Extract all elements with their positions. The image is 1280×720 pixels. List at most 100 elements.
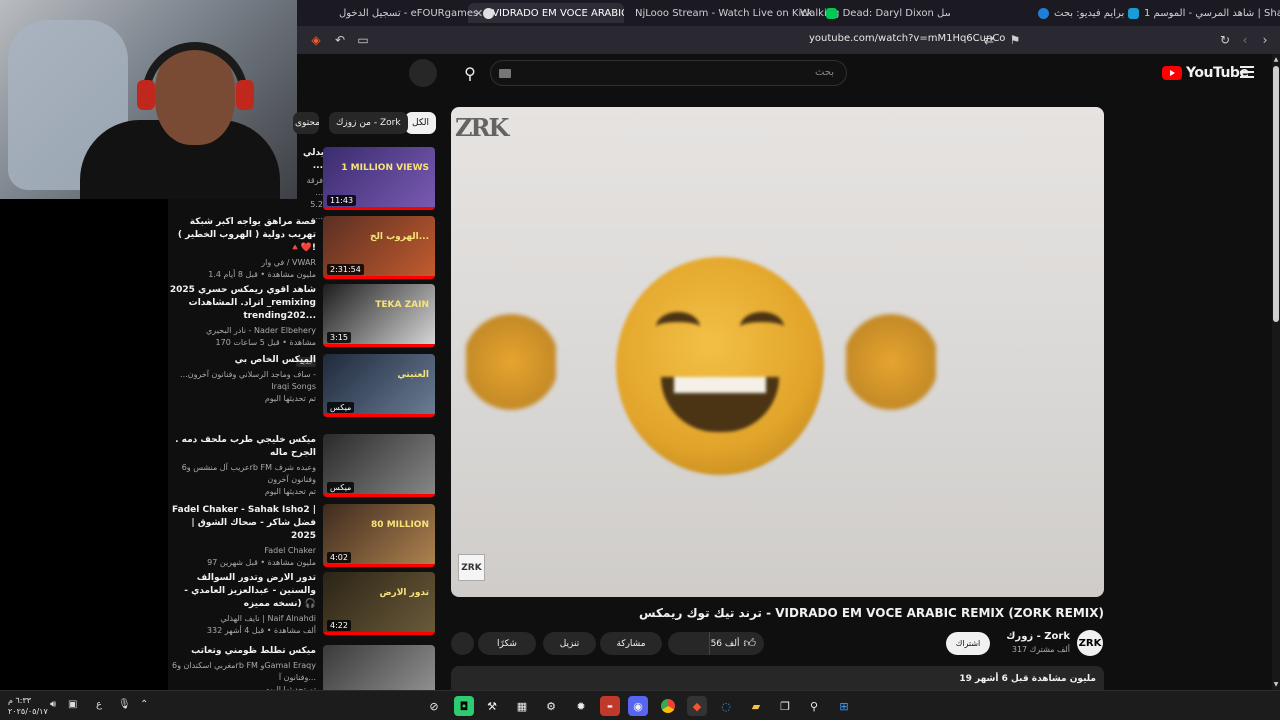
page-scrollbar[interactable]: ▲ ▼ [1272, 54, 1280, 690]
system-clock[interactable]: ٦:٣٣ م ٢٠٢٥/٠٥/١٧ [8, 695, 48, 717]
recommendation-item[interactable]: العتبتي ميكس الميكس الخاص بي ...ساف وماجد ا… [168, 354, 436, 420]
search-button[interactable]: ⚲ [457, 60, 483, 86]
scrollbar-thumb[interactable] [1273, 66, 1279, 322]
recommendation-title[interactable]: الميكس الخاص بي [166, 354, 316, 367]
recommendation-channel[interactable]: نادر البحيري - Nader Elbehery [166, 325, 316, 337]
youtube-logo[interactable]: YouTube [1162, 65, 1249, 81]
recommendation-channel[interactable]: نايف الهذلي | Naif Alnahdi [166, 613, 316, 625]
language-indicator[interactable]: ع [96, 699, 102, 710]
search-input[interactable]: بحث [490, 60, 847, 86]
brave-taskbar-icon[interactable]: ⊘ [424, 696, 444, 716]
menu-icon[interactable] [1240, 66, 1254, 78]
tool-taskbar-icon[interactable]: ⚒ [482, 696, 502, 716]
task-view-taskbar-icon[interactable]: ❐ [775, 696, 795, 716]
tab-efourgames[interactable]: تسجيل الدخول - eFOURgames [339, 3, 495, 23]
recommendation-title[interactable]: شاهد اقوي ريمكس حسري 2025 اتراد. المشاهد… [166, 284, 316, 323]
recommendation-item[interactable]: 80 MILLION 4:02 Fadel Chaker - Sahak Isho2… [168, 504, 436, 570]
duration-badge: 11:43 [327, 195, 357, 206]
video-thumbnail[interactable]: الهروب الخ... 2:31:54 [323, 216, 435, 279]
dislike-button[interactable] [668, 632, 710, 655]
like-button[interactable]: 56 ألف 👍︎ [711, 636, 756, 651]
voice-search-button[interactable] [409, 59, 437, 87]
video-player[interactable]: ZRK ZRK [451, 107, 1104, 597]
steam-taskbar-icon[interactable]: ⚙ [541, 696, 561, 716]
bookmark-icon[interactable]: ⚑ [1007, 32, 1023, 48]
recommendation-item[interactable]: 1 MILLION VIEWS 11:43 ميدلي ...فرقة ...5.2… [168, 147, 436, 221]
brave-shield-icon[interactable]: ◈ [308, 32, 324, 48]
video-thumbnail[interactable] [323, 645, 435, 690]
download-button[interactable]: تنزيل [543, 632, 596, 655]
microphone-icon[interactable]: 🎙︎ [118, 699, 131, 710]
thanks-button[interactable]: شكرًا [478, 632, 536, 655]
recommendation-channel[interactable]: فرقة ... [303, 175, 323, 199]
chrome-taskbar-icon[interactable] [658, 696, 678, 716]
recommendation-item[interactable]: الهروب الخ... 2:31:54 قصة مراهق يواجه اكبر… [168, 216, 436, 282]
recommendation-item[interactable]: ميكس تطلط ظومني وتعاتب مغربي اسكندان و6rb… [168, 645, 436, 690]
tab-prime-video[interactable]: برايم فيديو: بحث [1038, 3, 1124, 23]
recommendation-channel[interactable]: ...ساف وماجد الرسلاني وفنانون آخرون - Ir… [166, 369, 316, 393]
recommendation-title[interactable]: قصة مراهق يواجه اكبر شبكة تهريب دولية ( … [166, 216, 316, 255]
windows-start-icon[interactable]: ⊞ [834, 696, 854, 716]
video-thumbnail[interactable]: 1 MILLION VIEWS 11:43 [323, 147, 435, 210]
recommendation-item[interactable]: TEKA ZAIN 3:15 شاهد اقوي ريمكس حسري 2025 ا… [166, 284, 436, 367]
recommendation-channel[interactable]: عريب آل منشس و6rb FM وعبده شرف وفنانون آ… [166, 462, 316, 486]
video-thumbnail[interactable]: TEKA ZAIN 3:15 [323, 284, 435, 347]
thanks-label: شكرًا [497, 638, 517, 649]
recommendation-stats: 332 ألف مشاهدة • قبل 4 أشهر [206, 626, 316, 635]
back-history-icon[interactable]: ↶ [332, 32, 348, 48]
discord-taskbar-icon[interactable]: ◉ [628, 696, 648, 716]
scroll-down-icon[interactable]: ▼ [1272, 681, 1280, 688]
video-thumbnail[interactable]: العتبتي ميكس [323, 354, 435, 417]
reload-icon[interactable]: ↻ [1217, 32, 1233, 48]
recommendation-channel[interactable]: في وار / VWAR [166, 257, 316, 269]
store-taskbar-icon[interactable]: ▦ [512, 696, 532, 716]
chip-all[interactable]: الكل [405, 112, 437, 134]
channel-avatar[interactable]: ZRK [1077, 630, 1103, 656]
keyboard-icon[interactable] [499, 69, 511, 78]
search-taskbar-icon[interactable]: ⚲ [804, 696, 824, 716]
chip-content[interactable]: محتوى [293, 112, 319, 134]
network-icon[interactable]: ▣ [68, 699, 77, 710]
recommendation-title[interactable]: ميكس تطلط ظومني وتعاتب [168, 645, 316, 658]
video-thumbnail[interactable]: ميكس [323, 434, 435, 497]
edge-taskbar-icon[interactable]: ◌ [716, 696, 736, 716]
recommendation-title[interactable]: تدور الارض وتدور السوالف والسنين - عبدال… [166, 572, 316, 611]
left-blank-area [0, 199, 168, 690]
url-text[interactable]: youtube.com/watch?v=mM1Hq6CunCo [809, 33, 1005, 44]
tray-overflow-icon[interactable]: ⌃ [140, 699, 148, 710]
player-watermark: ZRK [455, 113, 509, 142]
volume-icon[interactable]: 🔊︎ [50, 699, 56, 710]
voice-app-taskbar-icon[interactable]: ▬ [600, 696, 620, 716]
video-thumbnail[interactable]: 80 MILLION 4:02 [323, 504, 435, 567]
back-arrow-icon[interactable]: › [1257, 32, 1273, 48]
tab-shahid[interactable]: شاهد المرسي - الموسم 1 | Shahid.net [1128, 3, 1280, 23]
recommendation-item[interactable]: ميكس ميكس خليجي طرب ملحف دمه . الجرح ماله… [168, 434, 436, 500]
video-thumbnail[interactable]: تدور الارض 4:22 [323, 572, 435, 635]
subscribe-button[interactable]: اشتراك [946, 632, 990, 655]
file-explorer-taskbar-icon[interactable]: ▰ [746, 696, 766, 716]
recommendation-item[interactable]: تدور الارض 4:22 تدور الارض وتدور السوالف و… [168, 572, 436, 638]
more-actions-button[interactable] [451, 632, 474, 655]
sidebar-toggle-icon[interactable]: ▭ [355, 32, 371, 48]
recommendation-channel[interactable]: Fadel Chaker [166, 545, 316, 557]
recommendation-channel[interactable]: مغربي اسكندان و6rb FM وGamal Eraqy وفنان… [168, 660, 316, 684]
emoji-left-eye [656, 312, 700, 342]
chip-from-zork[interactable]: من زوزك - Zork [329, 112, 408, 134]
tab-label: تسجيل الدخول - eFOURgames [339, 7, 479, 19]
forward-arrow-icon[interactable]: ‹ [1237, 32, 1253, 48]
settings-taskbar-icon[interactable]: ✹ [571, 696, 591, 716]
recommendation-title[interactable]: Fadel Chaker - Sahak Isho2 | فضل شاكر - … [166, 504, 316, 543]
scroll-up-icon[interactable]: ▲ [1272, 56, 1280, 63]
recommendation-stats: 1.4 مليون مشاهدة • قبل 8 أيام [208, 270, 316, 279]
share-button[interactable]: مشاركة [600, 632, 662, 655]
chip-label: من زوزك - Zork [336, 118, 401, 128]
tab-kick[interactable]: NjLooo Stream - Watch Live on Kick [635, 3, 837, 23]
brave-active-taskbar-icon[interactable]: ◆ [687, 696, 707, 716]
recommendation-title[interactable]: ميكس خليجي طرب ملحف دمه . الجرح ماله [166, 434, 316, 460]
site-settings-icon[interactable]: ⇄ [981, 32, 997, 48]
recommendation-meta: تدور الارض وتدور السوالف والسنين - عبدال… [166, 572, 316, 637]
channel-name[interactable]: زورك - Zork [985, 631, 1070, 642]
app-green-taskbar-icon[interactable]: ◘ [454, 696, 474, 716]
channel-corner-logo[interactable]: ZRK [458, 554, 485, 581]
recommendation-title[interactable]: ميدلي ... [303, 147, 323, 173]
